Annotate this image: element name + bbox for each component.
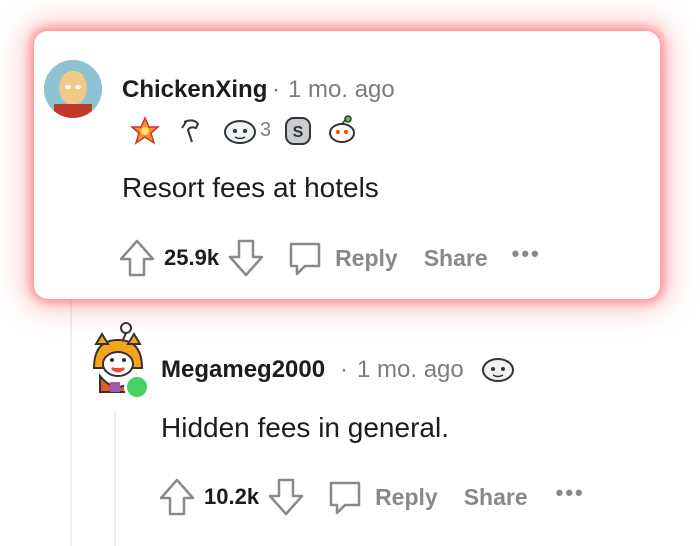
award-snoo-icon[interactable] — [326, 114, 358, 146]
award-count: 3 — [260, 118, 272, 141]
share-button[interactable]: Share — [464, 484, 528, 511]
comment-bubble-icon — [329, 481, 361, 515]
more-options-icon[interactable]: ••• — [512, 241, 541, 267]
comment-actions: 10.2k Reply Share ••• — [158, 477, 585, 517]
thread-line-reply[interactable] — [114, 410, 116, 546]
upvote-icon[interactable] — [158, 477, 196, 517]
user-avatar-icon — [44, 60, 102, 118]
award-silver-coin-icon[interactable]: S — [284, 116, 312, 146]
downvote-icon[interactable] — [267, 477, 305, 517]
comment-bubble-icon — [289, 242, 321, 276]
online-indicator-icon — [124, 374, 150, 400]
reply-button[interactable]: Reply — [325, 477, 438, 517]
svg-text:S: S — [293, 124, 304, 141]
vote-score: 25.9k — [164, 245, 220, 270]
reply-label: Reply — [375, 483, 438, 510]
avatar[interactable] — [88, 320, 150, 400]
comment-actions: 25.9k Reply Share ••• — [118, 238, 541, 278]
award-snoo-head-icon[interactable] — [480, 352, 516, 384]
award-facepalm-icon[interactable] — [176, 116, 206, 146]
avatar[interactable] — [44, 60, 102, 118]
meta-separator: · — [340, 356, 348, 383]
comment-body: Hidden fees in general. — [161, 412, 449, 443]
meta-separator: · — [272, 76, 280, 103]
comment-body: Resort fees at hotels — [122, 172, 379, 203]
comment-username[interactable]: ChickenXing — [122, 76, 267, 104]
award-starstruck-icon[interactable] — [130, 116, 160, 146]
more-options-icon[interactable]: ••• — [556, 480, 585, 506]
downvote-icon[interactable] — [227, 238, 265, 278]
comment-timestamp[interactable]: 1 mo. ago — [357, 356, 464, 384]
reply-button[interactable]: Reply — [285, 238, 398, 278]
upvote-icon[interactable] — [118, 238, 156, 278]
comment-timestamp[interactable]: 1 mo. ago — [288, 76, 395, 104]
vote-score: 10.2k — [204, 484, 260, 509]
comment-username[interactable]: Megameg2000 — [161, 356, 325, 384]
award-snoo-head-icon[interactable]: 3 — [222, 114, 271, 146]
share-button[interactable]: Share — [424, 245, 488, 272]
reply-label: Reply — [335, 244, 398, 271]
